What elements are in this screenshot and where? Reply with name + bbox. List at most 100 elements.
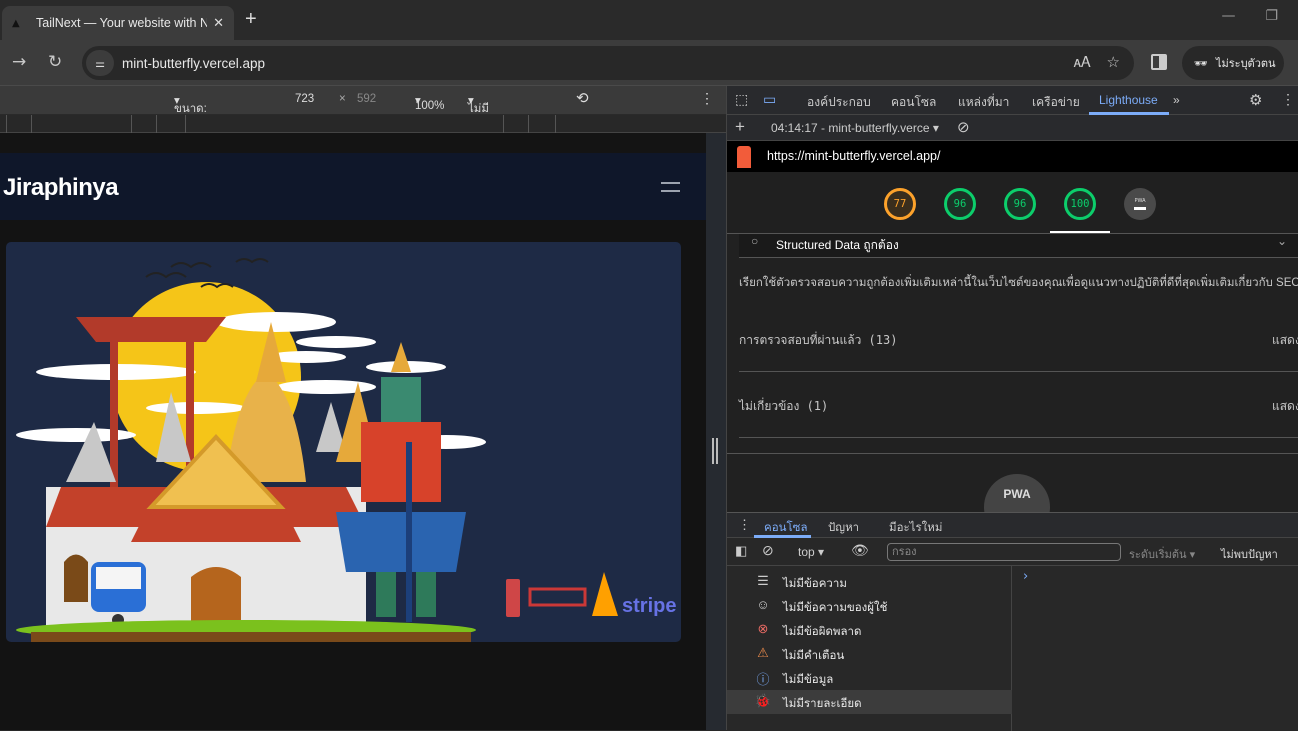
side-panel-icon[interactable] — [1151, 54, 1167, 70]
zoom-dropdown[interactable]: 100% ▾ — [415, 93, 444, 112]
sidebar-item-label: ไม่มีข้อความ — [783, 578, 847, 590]
sidebar-item-messages[interactable]: ☰ ไม่มีข้อความ — [727, 570, 1012, 594]
times-icon: × — [339, 93, 346, 105]
seo-description: เรียกใช้ตัวตรวจสอบความถูกต้องเพิ่มเติมเห… — [739, 277, 1298, 289]
gauge-best-practices[interactable]: 96 — [1004, 188, 1036, 220]
live-expression-eye-icon[interactable]: 👁 — [851, 542, 869, 559]
media-query-ruler[interactable] — [0, 115, 726, 133]
context-select[interactable]: top ▾ — [798, 545, 824, 559]
hamburger-menu-icon[interactable] — [661, 182, 680, 192]
stripe-logo: stripe — [622, 595, 676, 617]
tech-logos: stripe — [506, 572, 676, 617]
console-prompt-icon[interactable]: › — [1023, 569, 1028, 584]
lighthouse-logo-icon — [737, 146, 751, 168]
sidebar-item-label: ไม่มีรายละเอียด — [783, 698, 862, 710]
lighthouse-toolbar: + 04:14:17 - mint-butterfly.verce ▾ ⊘ — [727, 115, 1298, 141]
sidebar-toggle-icon[interactable]: ◧ — [735, 543, 747, 559]
show-button[interactable]: แสดง — [1272, 331, 1298, 350]
device-toggle-icon[interactable]: ▭ — [763, 91, 776, 108]
sidebar-item-label: ไม่มีข้อความของผู้ใช้ — [783, 602, 888, 614]
context-label: top — [798, 545, 815, 559]
new-report-icon[interactable]: + — [735, 117, 745, 137]
star-icon[interactable]: ☆ — [1107, 53, 1120, 71]
passed-audits-group[interactable]: การตรวจสอบที่ผ่านแล้ว (13) แสดง — [739, 306, 1298, 372]
tab-elements[interactable]: องค์ประกอบ — [807, 93, 871, 112]
title-bar: ▲ TailNext — Your website with Next.js ✕… — [0, 0, 1298, 40]
width-input[interactable]: 723 — [295, 93, 314, 105]
drawer-menu-icon[interactable]: ⋮ — [738, 517, 751, 533]
url-text[interactable]: mint-butterfly.vercel.app — [122, 56, 265, 71]
not-applicable-group[interactable]: ไม่เกี่ยวข้อง (1) แสดง — [739, 372, 1298, 438]
console-sidebar: ☰ ไม่มีข้อความ ☺ ไม่มีข้อความของผู้ใช้ ⊗ ไม… — [727, 566, 1012, 731]
site-header: Jiraphinya — [0, 153, 706, 220]
settings-gear-icon[interactable]: ⚙ — [1249, 91, 1262, 109]
profile-button[interactable]: 🕶 ไม่ระบุตัวตน — [1182, 46, 1284, 80]
site-brand[interactable]: Jiraphinya — [3, 174, 119, 202]
devtools-panel: ⬚ ▭ องค์ประกอบ คอนโซล แหล่งที่มา เครือข่… — [726, 86, 1298, 731]
more-tabs-icon[interactable]: » — [1173, 93, 1180, 107]
sidebar-item-user-messages[interactable]: ☺ ไม่มีข้อความของผู้ใช้ — [727, 594, 1012, 618]
more-options-icon[interactable]: ⋮ — [700, 90, 714, 107]
bug-icon: 🐞 — [754, 693, 772, 708]
resize-handle[interactable] — [706, 133, 726, 730]
report-url[interactable]: https://mint-butterfly.vercel.app/ — [767, 149, 940, 163]
console-drawer: ⋮ คอนโซล ปัญหา มีอะไรใหม่ ◧ ⊘ top ▾ 👁 กร… — [727, 512, 1298, 731]
console-toolbar: ◧ ⊘ top ▾ 👁 กรอง ระดับเริ่มต้น ▾ ไม่พบปั… — [727, 538, 1298, 566]
gauge-seo[interactable]: 100 — [1064, 188, 1096, 220]
inspect-element-icon[interactable]: ⬚ — [735, 91, 748, 108]
tab-sources[interactable]: แหล่งที่มา — [958, 93, 1009, 112]
drawer-tab-whats-new[interactable]: มีอะไรใหม่ — [889, 519, 942, 537]
audit-structured-data[interactable]: ○ Structured Data ถูกต้อง ⌄ — [739, 234, 1298, 258]
sidebar-item-label: ไม่มีข้อมูล — [783, 674, 834, 686]
restore-icon[interactable]: ❐ — [1265, 8, 1278, 24]
info-icon: ⓘ — [756, 672, 770, 687]
address-bar[interactable]: ⚌ mint-butterfly.vercel.app 🗚 ☆ — [82, 46, 1134, 80]
dimensions-dropdown[interactable]: ขนาด: ตอบสนอง ▾ — [174, 93, 207, 151]
devtools-menu-icon[interactable]: ⋮ — [1281, 91, 1295, 108]
issues-count[interactable]: ไม่พบปัญหา — [1221, 545, 1278, 563]
sidebar-item-verbose[interactable]: 🐞 ไม่มีรายละเอียด — [727, 690, 1012, 714]
firebase-logo — [592, 572, 618, 616]
clear-console-icon[interactable]: ⊘ — [762, 542, 774, 559]
site-settings-icon[interactable]: ⚌ — [86, 50, 114, 76]
rotate-icon[interactable]: ⟲ — [576, 89, 589, 107]
tab-network[interactable]: เครือข่าย — [1032, 93, 1080, 112]
minimize-icon[interactable]: — — [1221, 8, 1235, 24]
gauge-accessibility[interactable]: 96 — [944, 188, 976, 220]
group-label: ไม่เกี่ยวข้อง (1) — [739, 399, 829, 413]
clear-reports-icon[interactable]: ⊘ — [957, 118, 970, 136]
height-input[interactable]: 592 — [357, 93, 376, 105]
log-levels-dropdown[interactable]: ระดับเริ่มต้น ▾ — [1129, 545, 1195, 563]
divider — [727, 453, 1298, 454]
log-levels-label: ระดับเริ่มต้น — [1129, 549, 1187, 561]
tab-console[interactable]: คอนโซล — [891, 93, 936, 112]
npm-logo — [528, 587, 587, 607]
forward-icon[interactable]: → — [12, 52, 26, 72]
sidebar-item-errors[interactable]: ⊗ ไม่มีข้อผิดพลาด — [727, 618, 1012, 642]
close-tab-icon[interactable]: ✕ — [213, 16, 224, 31]
drawer-tab-issues[interactable]: ปัญหา — [828, 519, 859, 537]
sidebar-item-info[interactable]: ⓘ ไม่มีข้อมูล — [727, 666, 1012, 690]
gauge-pwa[interactable]: PWA — [1124, 188, 1156, 220]
window-controls: — ❐ — [1221, 8, 1278, 24]
translate-icon[interactable]: 🗚 — [1074, 53, 1091, 71]
gauge-performance[interactable]: 77 — [884, 188, 916, 220]
audit-status-icon: ○ — [751, 234, 759, 248]
warning-icon: ⚠ — [757, 645, 769, 660]
filter-input[interactable]: กรอง — [887, 543, 1121, 561]
report-select-label: 04:14:17 - mint-butterfly.verce — [771, 121, 930, 135]
reload-icon[interactable]: ↻ — [48, 52, 62, 72]
devtools-tabbar: ⬚ ▭ องค์ประกอบ คอนโซล แหล่งที่มา เครือข่… — [727, 86, 1298, 115]
throttling-dropdown[interactable]: ไม่มีการควบคุม ▾ — [468, 93, 505, 151]
drawer-tabbar: ⋮ คอนโซล ปัญหา มีอะไรใหม่ — [727, 513, 1298, 538]
browser-tab[interactable]: ▲ TailNext — Your website with Next.js ✕ — [2, 6, 234, 40]
lighthouse-report: 77 96 96 100 PWA ○ Structured Data ถูกต้… — [727, 172, 1298, 512]
list-icon: ☰ — [757, 573, 769, 588]
new-tab-button[interactable]: + — [245, 8, 257, 31]
report-select[interactable]: 04:14:17 - mint-butterfly.verce ▾ — [771, 121, 939, 135]
show-button[interactable]: แสดง — [1272, 397, 1298, 416]
tab-lighthouse[interactable]: Lighthouse — [1099, 93, 1158, 107]
chevron-down-icon[interactable]: ⌄ — [1277, 234, 1287, 248]
browser-toolbar: → ↻ ⚌ mint-butterfly.vercel.app 🗚 ☆ 🕶 ไม… — [0, 40, 1298, 86]
sidebar-item-warnings[interactable]: ⚠ ไม่มีคำเตือน — [727, 642, 1012, 666]
